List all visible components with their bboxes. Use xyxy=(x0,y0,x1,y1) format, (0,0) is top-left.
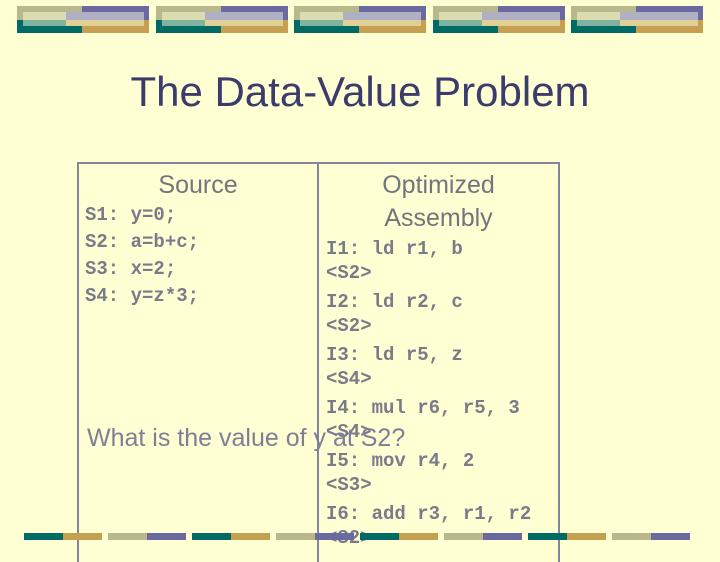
assembly-code: I1: ld r1, b <S2> I2: ld r2, c <S2> I3: … xyxy=(326,237,531,550)
decoration-block xyxy=(276,533,354,540)
statement-tag: <S2> xyxy=(326,315,372,337)
source-panel: Source S1: y=0; S2: a=b+c; S3: x=2; S4: … xyxy=(77,162,319,562)
assembly-instruction: I4: mul r6, r5, 3 xyxy=(326,397,520,419)
assembly-panel: Optimized Assembly I1: ld r1, b <S2> I2:… xyxy=(317,162,560,562)
decoration-block xyxy=(433,6,565,33)
assembly-heading-line1: Optimized xyxy=(382,171,495,199)
decoration-block xyxy=(360,533,438,540)
source-heading: Source xyxy=(158,171,238,199)
decoration-block xyxy=(108,533,186,540)
decoration-block xyxy=(444,533,522,540)
bottom-decoration-bar xyxy=(0,533,720,540)
assembly-instruction: I6: add r3, r1, r2 xyxy=(326,503,532,525)
assembly-instruction: I1: ld r1, b xyxy=(326,238,463,260)
decoration-block xyxy=(612,533,690,540)
statement-tag: <S3> xyxy=(326,474,372,496)
decoration-block xyxy=(17,6,149,33)
assembly-instruction: I3: ld r5, z xyxy=(326,344,463,366)
assembly-heading-line2: Assembly xyxy=(384,204,493,232)
decoration-block xyxy=(192,533,270,540)
source-line: S2: a=b+c; xyxy=(85,231,200,253)
decoration-block xyxy=(294,6,426,33)
source-line: S4: y=z*3; xyxy=(85,285,200,307)
top-decoration-bar xyxy=(0,6,720,34)
statement-tag: <S2> xyxy=(326,262,372,284)
source-line: S3: x=2; xyxy=(85,258,177,280)
statement-tag: <S4> xyxy=(326,368,372,390)
decoration-block xyxy=(156,6,288,33)
assembly-instruction: I2: ld r2, c xyxy=(326,291,463,313)
question-text: What is the value of y at S2? xyxy=(87,424,406,452)
slide-title: The Data-Value Problem xyxy=(130,68,590,115)
decoration-block xyxy=(24,533,102,540)
source-code: S1: y=0; S2: a=b+c; S3: x=2; S4: y=z*3; xyxy=(85,202,199,310)
decoration-block xyxy=(528,533,606,540)
decoration-block xyxy=(571,6,703,33)
source-line: S1: y=0; xyxy=(85,204,177,226)
assembly-heading: Optimized Assembly xyxy=(319,169,558,235)
